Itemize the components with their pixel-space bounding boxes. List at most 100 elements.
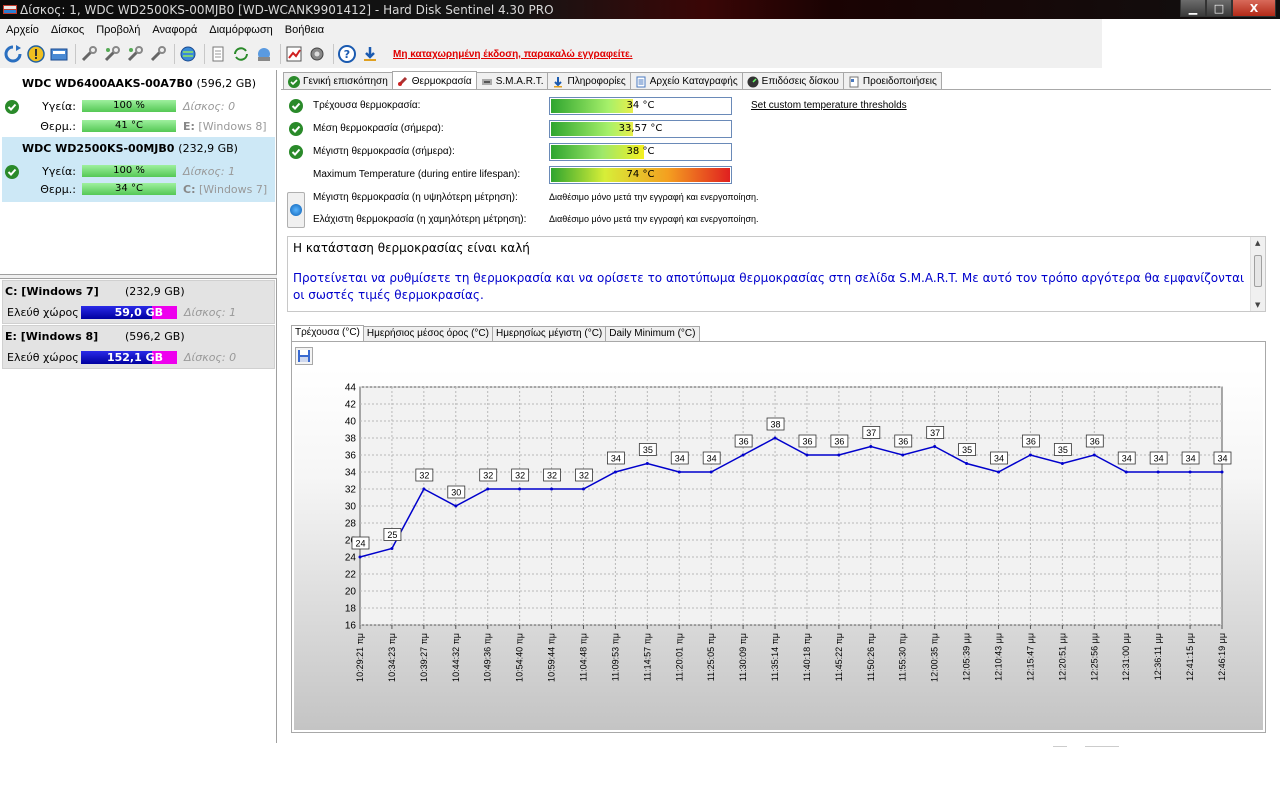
y-tick-label: 16	[345, 621, 357, 632]
data-point	[550, 487, 554, 491]
data-point	[869, 445, 873, 448]
menu-disk[interactable]: Δίσκος	[45, 24, 90, 36]
volume-disk: Δίσκος: 1	[184, 306, 237, 319]
help-icon[interactable]: ?	[337, 44, 357, 64]
download-icon[interactable]	[360, 44, 380, 64]
warning-icon[interactable]	[26, 44, 46, 64]
x-tick-label: 11:45:22 πμ	[834, 633, 844, 681]
refresh-icon[interactable]	[3, 44, 23, 64]
alerts-icon	[849, 76, 859, 87]
close-button[interactable]: X	[1232, 0, 1276, 17]
data-label: 34	[1217, 454, 1227, 464]
y-tick-label: 18	[345, 604, 357, 615]
x-tick-label: 10:44:32 πμ	[451, 633, 461, 682]
gear-icon[interactable]	[307, 44, 327, 64]
menu-file[interactable]: Αρχείο	[0, 24, 45, 36]
health-ok-icon	[5, 100, 19, 114]
smart-icon	[481, 78, 492, 85]
data-point	[837, 453, 841, 457]
register-link[interactable]: Μη καταχωρημένη έκδοση, παρακαλώ εγγραφε…	[393, 49, 633, 60]
tab-smart[interactable]: S.M.A.R.T.	[475, 72, 549, 90]
y-tick-label: 36	[345, 451, 357, 462]
status-text-box: Η κατάσταση θερμοκρασίας είναι καλή Προτ…	[287, 236, 1266, 312]
current-temp-label: Τρέχουσα θερμοκρασία:	[313, 100, 421, 111]
chart-tabs: Τρέχουσα (°C) Ημερήσιος μέσος όρος (°C) …	[291, 325, 700, 342]
tool4-icon[interactable]	[148, 44, 168, 64]
custom-thresholds-link[interactable]: Set custom temperature thresholds	[751, 100, 907, 111]
chart-tab-current[interactable]: Τρέχουσα (°C)	[291, 325, 364, 342]
menu-view[interactable]: Προβολή	[90, 24, 146, 36]
disk-item-selected[interactable]: WDC WD2500KS-00MJB0 (232,9 GB) Υγεία: 10…	[2, 137, 275, 202]
data-point	[486, 487, 490, 491]
data-point	[581, 487, 585, 491]
disk-item[interactable]: WDC WD6400AAKS-00A7B0 (596,2 GB) Υγεία: …	[2, 72, 275, 137]
tool3-icon[interactable]	[125, 44, 145, 64]
volume-item[interactable]: C: [Windows 7] (232,9 GB) Ελεύθ χώρος 59…	[2, 280, 275, 324]
doc-icon[interactable]	[208, 44, 228, 64]
y-tick-label: 32	[345, 485, 357, 496]
free-space-bar: 152,1 GB	[81, 351, 177, 364]
menu-help[interactable]: Βοήθεια	[279, 24, 330, 36]
menu-report[interactable]: Αναφορά	[146, 24, 203, 36]
x-tick-label: 11:04:48 πμ	[578, 633, 588, 681]
tool1-icon[interactable]	[79, 44, 99, 64]
x-tick-label: 11:30:09 πμ	[738, 633, 748, 681]
save-chart-button[interactable]	[295, 347, 313, 365]
data-label: 35	[962, 445, 972, 455]
chart-tab-daily-min[interactable]: Daily Minimum (°C)	[605, 326, 700, 342]
disk-volume: E: [Windows 8]	[183, 120, 267, 133]
maximize-button[interactable]: □	[1206, 0, 1232, 17]
menu-configuration[interactable]: Διαμόρφωση	[203, 24, 279, 36]
expand-button[interactable]	[287, 192, 305, 228]
chart-icon[interactable]	[284, 44, 304, 64]
data-label: 35	[1058, 445, 1068, 455]
x-tick-label: 11:14:57 πμ	[642, 633, 652, 681]
tab-overview[interactable]: Γενική επισκόπηση	[283, 72, 393, 90]
x-tick-label: 11:20:01 πμ	[674, 633, 684, 681]
x-tick-label: 12:25:56 μμ	[1089, 633, 1099, 681]
data-label: 32	[483, 471, 493, 481]
health-label: Υγεία:	[42, 165, 76, 178]
globe-icon[interactable]	[178, 44, 198, 64]
data-point	[997, 470, 1001, 474]
data-label: 36	[1090, 437, 1100, 447]
tab-temperature[interactable]: Θερμοκρασία	[391, 71, 477, 90]
status-ok-icon	[289, 145, 303, 159]
tab-alerts[interactable]: Προειδοποιήσεις	[842, 72, 942, 90]
scroll-thumb[interactable]	[1254, 255, 1262, 287]
scroll-up-icon[interactable]: ▲	[1255, 239, 1260, 247]
window-title: Δίσκος: 1, WDC WD2500KS-00MJB0 [WD-WCANK…	[20, 3, 554, 17]
save-icon	[298, 350, 310, 362]
log-icon	[636, 76, 646, 87]
x-tick-label: 10:29:21 πμ	[355, 633, 365, 682]
x-tick-label: 12:00:35 πμ	[930, 633, 940, 682]
data-label: 34	[1122, 454, 1132, 464]
x-tick-label: 11:09:53 πμ	[610, 633, 620, 681]
y-tick-label: 42	[345, 400, 357, 411]
y-tick-label: 44	[345, 383, 357, 394]
scrollbar[interactable]: ▲ ▼	[1250, 237, 1265, 311]
data-point	[1060, 462, 1064, 465]
tab-performance[interactable]: Επιδόσεις δίσκου	[741, 72, 844, 90]
splitter[interactable]	[0, 274, 277, 279]
chart-tab-daily-average[interactable]: Ημερήσιος μέσος όρος (°C)	[362, 326, 493, 342]
tool2-icon[interactable]	[102, 44, 122, 64]
max-lifespan-label: Maximum Temperature (during entire lifes…	[313, 169, 521, 180]
disk-report-icon[interactable]	[49, 44, 69, 64]
tab-log[interactable]: Αρχείο Καταγραφής	[629, 72, 743, 90]
x-tick-label: 12:36:11 μμ	[1153, 633, 1163, 680]
sync-icon[interactable]	[231, 44, 251, 64]
scroll-down-icon[interactable]: ▼	[1255, 301, 1260, 309]
tab-information[interactable]: Πληροφορίες	[547, 72, 631, 90]
disk-name: WDC WD2500KS-00MJB0 (232,9 GB)	[22, 142, 238, 155]
chart-tab-daily-max[interactable]: Ημερησίως μέγιστη (°C)	[491, 326, 607, 342]
data-label: 36	[898, 437, 908, 447]
network-icon[interactable]	[254, 44, 274, 64]
temp-bar: 34 °C	[82, 183, 176, 195]
minimize-button[interactable]: ▁	[1180, 0, 1206, 17]
volume-disk: Δίσκος: 0	[184, 351, 237, 364]
y-tick-label: 38	[345, 434, 357, 445]
volume-item[interactable]: E: [Windows 8] (596,2 GB) Ελεύθ χώρος 15…	[2, 325, 275, 369]
data-point	[358, 555, 362, 559]
x-tick-label: 12:31:00 μμ	[1121, 633, 1131, 681]
